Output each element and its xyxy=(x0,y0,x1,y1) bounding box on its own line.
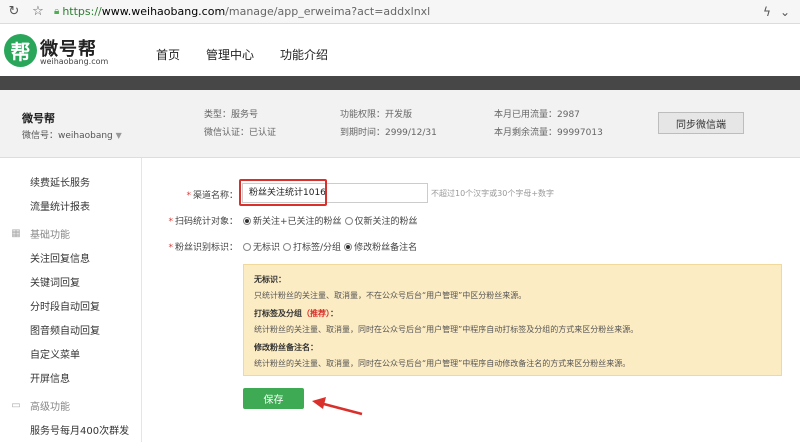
chevron-down-icon[interactable]: ⌄ xyxy=(776,2,794,22)
sidebar-item-splash[interactable]: 开屏信息 xyxy=(30,370,70,385)
info-none-title: 无标识： xyxy=(254,275,286,284)
sidebar: 续费延长服务 流量统计报表 ▦ 基础功能 关注回复信息 关键词回复 分时段自动回复… xyxy=(0,158,142,442)
logo-domain: weihaobang.com xyxy=(40,57,109,66)
reload-icon[interactable]: ↻ xyxy=(4,2,24,22)
account-type-col: 类型：服务号 微信认证：已认证 xyxy=(204,110,277,138)
sidebar-item-timed-reply[interactable]: 分时段自动回复 xyxy=(30,298,100,313)
header-divider xyxy=(0,76,800,90)
sidebar-item-custom-menu[interactable]: 自定义菜单 xyxy=(30,346,80,361)
channel-name-label: * 渠道名称： xyxy=(186,191,238,201)
chevron-down-icon: ▼ xyxy=(115,131,122,140)
radio-icon xyxy=(283,242,292,251)
highlight-annotation xyxy=(239,179,327,206)
radio-icon xyxy=(243,242,251,251)
logo-icon[interactable]: 帮 xyxy=(4,34,37,67)
address-bar[interactable]: 🔒︎ https://www.weihaobang.com/manage/app… xyxy=(54,5,430,18)
site-header: 帮 微号帮 weihaobang.com 首页 管理中心 功能介绍 xyxy=(0,24,800,76)
account-info-bar: 微号帮 微信号：weihaobang ▼ 类型：服务号 微信认证：已认证 功能权… xyxy=(0,90,800,158)
bookmark-star-icon[interactable]: ☆ xyxy=(28,2,48,22)
browser-toolbar: ↻ ☆ 🔒︎ https://www.weihaobang.com/manage… xyxy=(0,0,800,24)
inbox-icon: ▭ xyxy=(11,400,21,411)
sidebar-item-media-reply[interactable]: 图音频自动回复 xyxy=(30,322,100,337)
save-button[interactable]: 保存 xyxy=(243,388,304,409)
sync-wechat-button[interactable]: 同步微信端 xyxy=(658,112,744,134)
info-tag-desc: 统计粉丝的关注量、取消量，同时在公众号后台“用户管理”中程序自动打标签及分组的方… xyxy=(254,325,639,334)
scan-option-new-only[interactable]: 仅新关注的粉丝 xyxy=(344,214,418,227)
info-tag-title: 打标签及分组（推荐）： xyxy=(254,309,338,318)
lightning-icon[interactable]: ϟ xyxy=(758,2,776,22)
account-permission-col: 功能权限：开发版 到期时间：2999/12/31 xyxy=(340,110,437,138)
scan-option-all[interactable]: 新关注+已关注的粉丝 xyxy=(243,214,342,227)
tag-info-box: 无标识： 只统计粉丝的关注量、取消量，不在公众号后台“用户管理”中区分粉丝来源。… xyxy=(243,264,782,376)
tag-option-label-group[interactable]: 打标签/分组 xyxy=(283,240,341,253)
nav-home[interactable]: 首页 xyxy=(156,46,180,63)
main-nav: 首页 管理中心 功能介绍 xyxy=(156,46,354,63)
sidebar-section-advanced: ▭ 高级功能 xyxy=(11,400,70,413)
arrow-annotation-icon xyxy=(312,397,363,416)
scan-target-options: 新关注+已关注的粉丝 仅新关注的粉丝 xyxy=(243,214,421,227)
radio-checked-icon xyxy=(344,242,353,251)
sidebar-item-renew[interactable]: 续费延长服务 xyxy=(30,174,90,189)
tag-option-none[interactable]: 无标识 xyxy=(243,240,280,253)
fan-tag-label: * 粉丝识别标识： xyxy=(168,243,238,253)
account-name: 微号帮 xyxy=(22,112,55,125)
sidebar-section-basic: ▦ 基础功能 xyxy=(11,228,70,241)
account-traffic-col: 本月已用流量：2987 本月剩余流量：99997013 xyxy=(494,110,603,138)
sidebar-item-mass-send[interactable]: 服务号每月400次群发 xyxy=(30,422,129,437)
info-remark-desc: 统计粉丝的关注量、取消量，同时在公众号后台“用户管理”中程序自动修改备注名的方式… xyxy=(254,359,631,368)
tag-option-remark[interactable]: 修改粉丝备注名 xyxy=(344,240,417,253)
nav-management[interactable]: 管理中心 xyxy=(206,46,254,63)
secure-lock-icon: 🔒︎ xyxy=(54,6,60,17)
info-none-desc: 只统计粉丝的关注量、取消量，不在公众号后台“用户管理”中区分粉丝来源。 xyxy=(254,291,527,300)
sidebar-item-follow-reply[interactable]: 关注回复信息 xyxy=(30,250,90,265)
radio-icon xyxy=(344,216,353,225)
sidebar-item-traffic-report[interactable]: 流量统计报表 xyxy=(30,198,90,213)
grid-icon: ▦ xyxy=(11,228,21,239)
fan-tag-options: 无标识 打标签/分组 修改粉丝备注名 xyxy=(243,240,420,253)
account-wechat-id[interactable]: 微信号：weihaobang ▼ xyxy=(22,128,122,141)
sidebar-item-keyword-reply[interactable]: 关键词回复 xyxy=(30,274,80,289)
channel-name-hint: 不超过10个汉字或30个字母+数字 xyxy=(431,189,555,198)
scan-target-label: * 扫码统计对象： xyxy=(168,217,238,227)
nav-features[interactable]: 功能介绍 xyxy=(280,46,328,63)
radio-checked-icon xyxy=(243,216,251,225)
info-remark-title: 修改粉丝备注名： xyxy=(254,343,318,352)
